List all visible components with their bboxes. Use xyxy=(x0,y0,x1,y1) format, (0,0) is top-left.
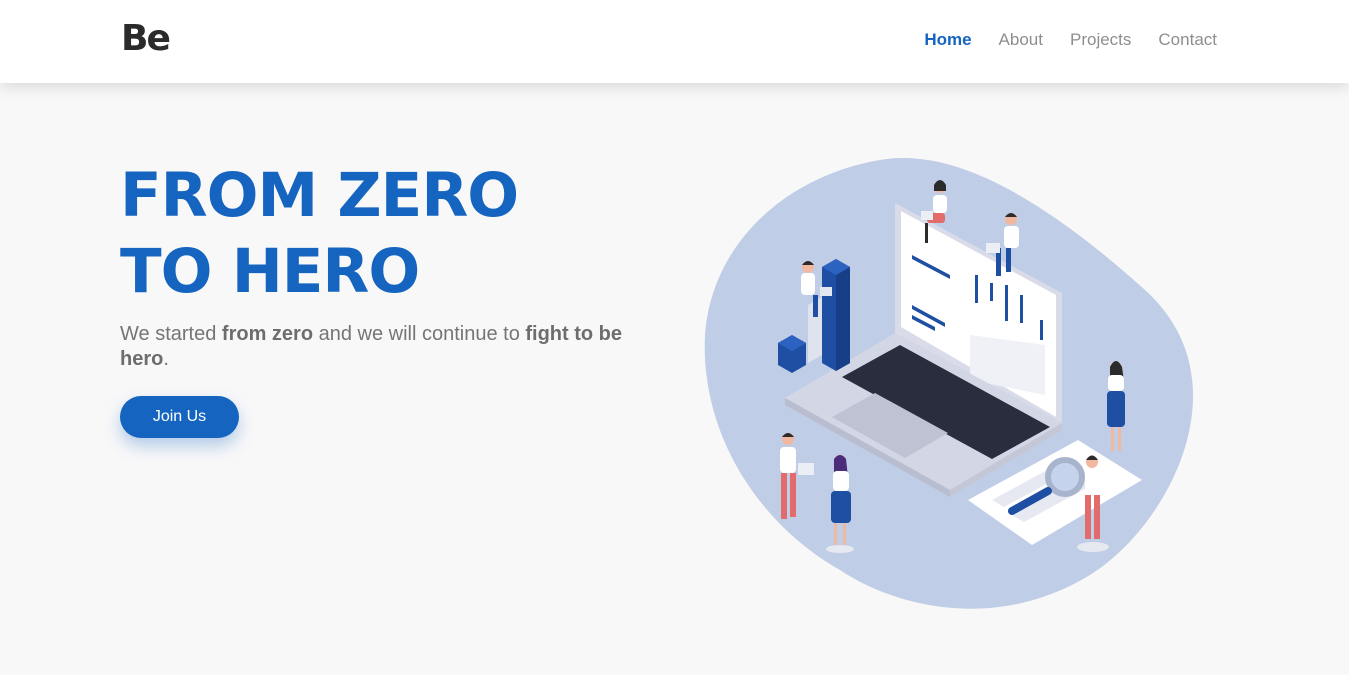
nav-link-about[interactable]: About xyxy=(999,29,1043,51)
nav-menu: Home About Projects Contact xyxy=(924,29,1217,51)
hero-text-bold-1: from zero xyxy=(221,323,314,345)
hero-illustration xyxy=(704,158,1193,609)
nav-link-home[interactable]: Home xyxy=(924,29,971,51)
hero-text-part-2: and we will continue to xyxy=(313,323,526,345)
hero-text-part-3: . xyxy=(163,348,169,370)
hero-text-part-1: We started xyxy=(120,323,222,345)
hero-description: We started from zero and we will continu… xyxy=(120,322,660,372)
hero-title-line-2: TO HERO xyxy=(120,236,420,307)
hero-title: FROM ZERO TO HERO xyxy=(120,158,519,310)
nav-link-projects[interactable]: Projects xyxy=(1070,29,1131,51)
nav-link-contact[interactable]: Contact xyxy=(1158,29,1217,51)
join-us-button[interactable]: Join Us xyxy=(120,396,239,438)
hero-title-line-1: FROM ZERO xyxy=(120,160,519,231)
navbar: Be Home About Projects Contact xyxy=(0,0,1349,83)
logo[interactable]: Be xyxy=(121,18,171,59)
